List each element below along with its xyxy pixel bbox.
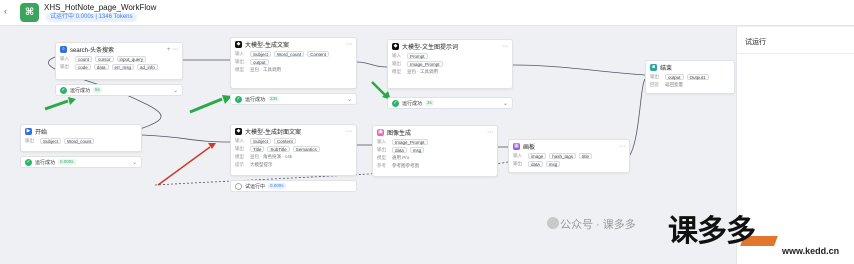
node-gen-image-prompt[interactable]: ◆ 大模型-文生图提示词 ⋯ 输入 Prompt 输出 Image_Prompt… (387, 39, 513, 89)
chevron-down-icon[interactable]: ⌄ (173, 87, 178, 94)
llm-icon: ◆ (235, 127, 242, 135)
chevron-down-icon[interactable]: ⌄ (503, 100, 508, 107)
more-icon[interactable]: ⋯ (487, 129, 493, 136)
back-arrow-icon[interactable]: ‹ (4, 6, 14, 16)
edge-start-gencover (141, 134, 231, 143)
success-check-icon: ✓ (25, 158, 32, 166)
running-icon (235, 182, 242, 190)
more-icon[interactable]: ⋯ (502, 43, 508, 50)
edge-canvas-end (629, 78, 646, 156)
arrow-green-2 (189, 97, 223, 114)
test-run-title: 试运行 (745, 39, 766, 46)
more-icon[interactable]: ⋯ (346, 128, 352, 135)
brand-url: www.kedd.cn (782, 246, 840, 256)
arrow-red-1 (157, 146, 211, 186)
chevron-down-icon[interactable]: ⌄ (347, 96, 352, 103)
watermark-text: 公众号 · 课多多 (560, 219, 636, 231)
edge-imageprompt-end (512, 64, 646, 76)
success-check-icon: ✓ (60, 86, 67, 94)
start-icon: ▶ (25, 127, 32, 135)
end-icon: ■ (650, 63, 657, 71)
node-canvas[interactable]: ▦ 画板 ⋯ 输入 image hash_tags title 输出 data … (508, 139, 630, 173)
canvas-icon: ▦ (513, 142, 520, 150)
more-icon[interactable]: ⋯ (346, 41, 352, 48)
image-icon: ▣ (377, 128, 384, 136)
workflow-title[interactable]: XHS_HotNote_page_WorkFlow (44, 3, 156, 12)
node-start[interactable]: ▶ 开始 输出 Subject Word_count (20, 124, 142, 152)
wechat-icon (547, 217, 559, 229)
workflow-app-icon: ⌘ (20, 3, 39, 22)
node-gen-text[interactable]: ◆ 大模型-生成文案 ⋯ 输入 Subject Word_count Conte… (230, 37, 357, 89)
chevron-down-icon[interactable]: ⌄ (132, 159, 137, 166)
divider (737, 53, 854, 54)
node-end[interactable]: ■ 结束 输出 output Output1 回答 返回变量 (645, 60, 735, 94)
arrow-green-1-head (68, 97, 76, 105)
edge-gentext-imageprompt (356, 61, 388, 68)
top-bar: ‹ ⌘ XHS_HotNote_page_WorkFlow 试运行中 0.000… (0, 0, 854, 26)
llm-icon: ◆ (235, 40, 242, 48)
node-gen-cover[interactable]: ◆ 大模型-生成封面文案 ⋯ 输入 Subject Content 输出 Tit… (230, 124, 357, 176)
node-search-title: search-头条搜索 (70, 47, 115, 54)
result-search[interactable]: ✓ 运行成功 5s ⌄ (55, 84, 183, 96)
success-check-icon: ✓ (392, 99, 399, 107)
llm-icon: ◆ (392, 42, 399, 50)
more-icon[interactable]: ⋯ (619, 143, 625, 150)
add-icon[interactable]: + ⋯ (167, 46, 178, 53)
success-check-icon: ✓ (235, 95, 242, 103)
search-icon: ⌕ (60, 45, 67, 53)
brand-logo: 课多多 (668, 215, 756, 248)
result-gen-text[interactable]: ✓ 运行成功 23s ⌄ (230, 93, 357, 105)
result-gen-cover[interactable]: 试运行中 0.000s (230, 180, 357, 192)
node-image-gen[interactable]: ▣ 图像生成 ⋯ 输入 Image_Prompt 输出 data msg 模型 … (372, 125, 498, 177)
arrow-green-3 (371, 81, 386, 96)
node-search[interactable]: ⌕ search-头条搜索 + ⋯ 输入 count cursor input_… (55, 42, 183, 80)
run-status-badge: 试运行中 0.000s | 1346 Tokens (46, 13, 137, 22)
result-start[interactable]: ✓ 运行成功 0.000s ⌄ (20, 156, 142, 168)
result-gen-image-prompt[interactable]: ✓ 运行成功 3s ⌄ (387, 97, 513, 109)
arrow-green-1 (44, 99, 69, 111)
